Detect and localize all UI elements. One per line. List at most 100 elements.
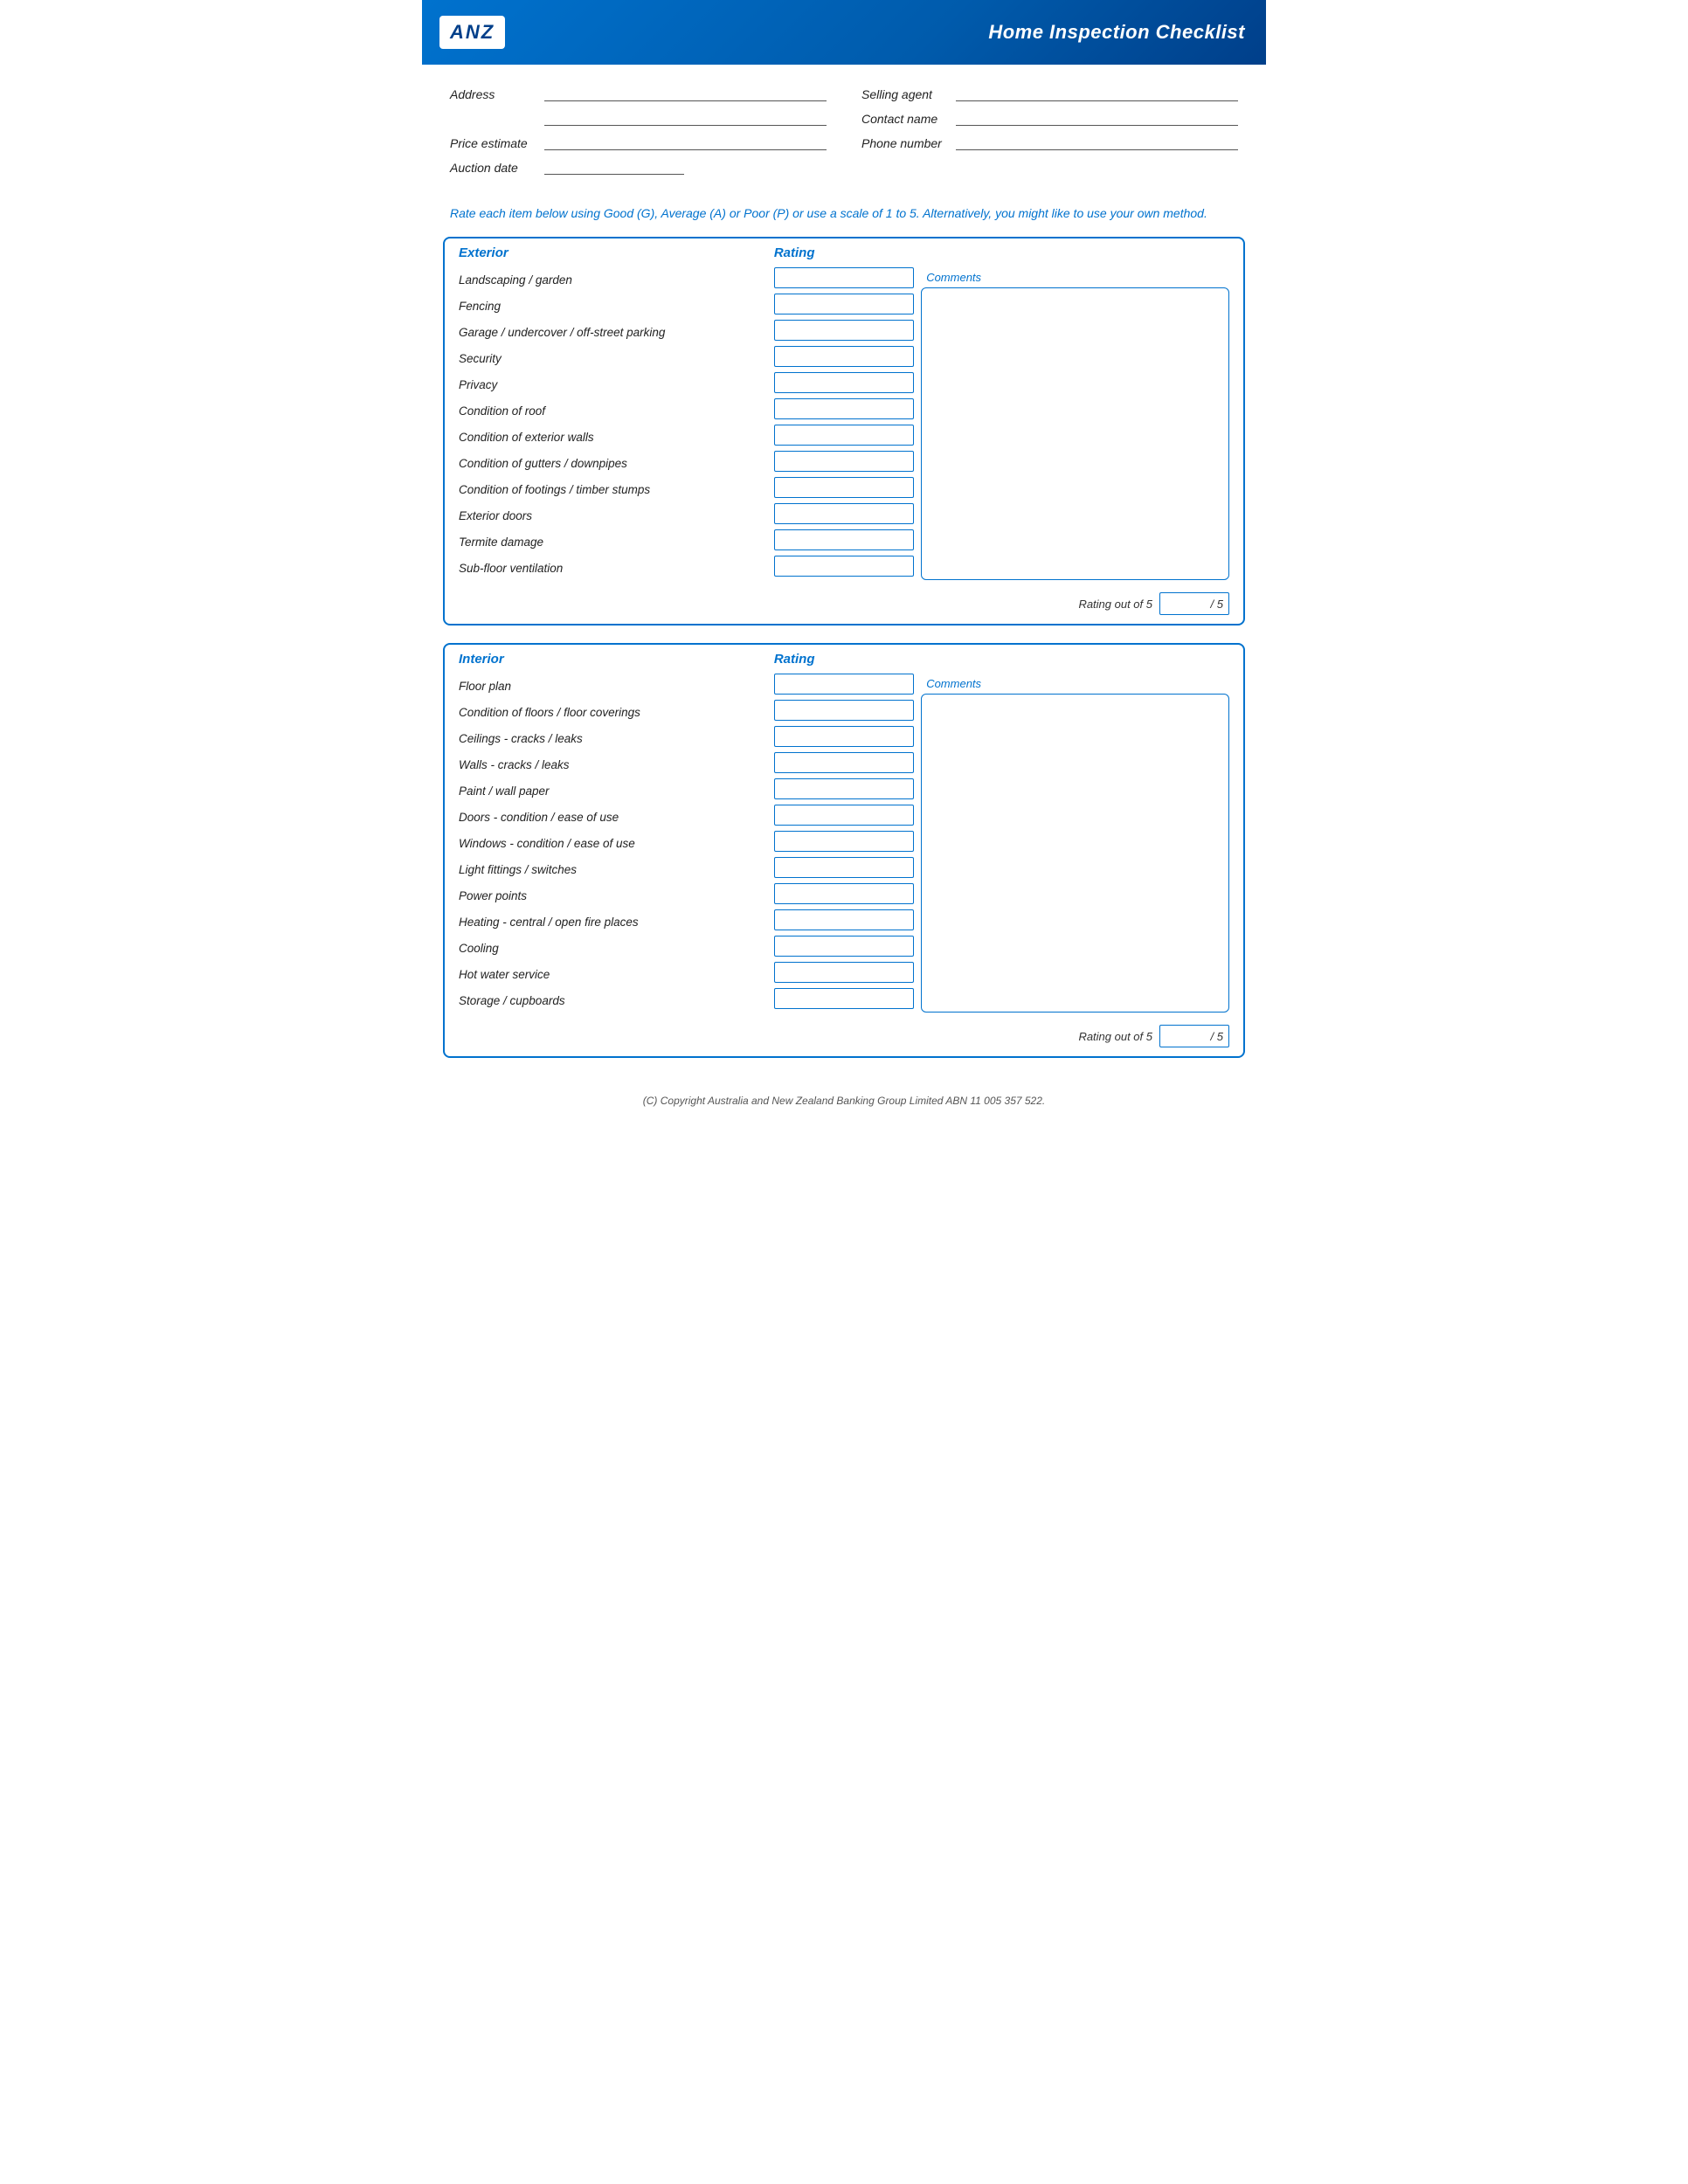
- interior-rating-box-10[interactable]: [774, 936, 914, 957]
- address-field-row: Address: [450, 86, 827, 101]
- interior-item-7: Light fittings / switches: [459, 857, 767, 881]
- contact-name-row: Contact name: [861, 110, 1238, 126]
- interior-rating-out-suffix: / 5: [1211, 1030, 1223, 1043]
- exterior-rating-col: [774, 267, 914, 580]
- right-fields: Selling agent Contact name Phone number: [861, 86, 1238, 175]
- exterior-rating-box-3[interactable]: [774, 346, 914, 367]
- exterior-rating-box-0[interactable]: [774, 267, 914, 288]
- exterior-rating-box-7[interactable]: [774, 451, 914, 472]
- exterior-item-11: Sub-floor ventilation: [459, 556, 767, 580]
- interior-item-0: Floor plan: [459, 674, 767, 698]
- page-title: Home Inspection Checklist: [988, 21, 1245, 44]
- instructions-text: Rate each item below using Good (G), Ave…: [422, 196, 1266, 237]
- interior-rating-box-2[interactable]: [774, 726, 914, 747]
- exterior-comments-col: Comments: [921, 267, 1229, 580]
- form-section: Address Price estimate Auction date Sell…: [422, 65, 1266, 196]
- interior-rating-box-3[interactable]: [774, 752, 914, 773]
- exterior-section: Exterior Rating Landscaping / gardenFenc…: [443, 237, 1245, 625]
- interior-rating-box-6[interactable]: [774, 831, 914, 852]
- checklist-container: Exterior Rating Landscaping / gardenFenc…: [422, 237, 1266, 1086]
- exterior-body: Landscaping / gardenFencingGarage / unde…: [445, 264, 1243, 587]
- exterior-rating-box-5[interactable]: [774, 398, 914, 419]
- exterior-rating-footer: Rating out of 5 / 5: [445, 587, 1243, 624]
- interior-comments-textarea[interactable]: [921, 694, 1229, 1013]
- footer-text: (C) Copyright Australia and New Zealand …: [643, 1095, 1045, 1107]
- interior-section-label: Interior: [459, 652, 767, 667]
- interior-item-6: Windows - condition / ease of use: [459, 831, 767, 855]
- exterior-rating-box-2[interactable]: [774, 320, 914, 341]
- address-input[interactable]: [544, 86, 827, 101]
- interior-body: Floor planCondition of floors / floor co…: [445, 670, 1243, 1019]
- exterior-item-1: Fencing: [459, 294, 767, 318]
- interior-rating-box-0[interactable]: [774, 674, 914, 695]
- price-estimate-row: Price estimate: [450, 135, 827, 150]
- exterior-rating-box-8[interactable]: [774, 477, 914, 498]
- exterior-item-0: Landscaping / garden: [459, 267, 767, 292]
- interior-item-12: Storage / cupboards: [459, 988, 767, 1013]
- interior-rating-out-box[interactable]: / 5: [1159, 1025, 1229, 1047]
- page-header: ANZ Home Inspection Checklist: [422, 0, 1266, 65]
- exterior-rating-box-9[interactable]: [774, 503, 914, 524]
- exterior-item-5: Condition of roof: [459, 398, 767, 423]
- interior-rating-box-8[interactable]: [774, 883, 914, 904]
- exterior-item-9: Exterior doors: [459, 503, 767, 528]
- interior-item-5: Doors - condition / ease of use: [459, 805, 767, 829]
- exterior-item-10: Termite damage: [459, 529, 767, 554]
- exterior-rating-out-box[interactable]: / 5: [1159, 592, 1229, 615]
- interior-item-2: Ceilings - cracks / leaks: [459, 726, 767, 750]
- address-label: Address: [450, 87, 537, 101]
- selling-agent-row: Selling agent: [861, 86, 1238, 101]
- auction-date-input[interactable]: [544, 159, 684, 175]
- exterior-rating-out-label: Rating out of 5: [1078, 598, 1152, 611]
- left-fields: Address Price estimate Auction date: [450, 86, 827, 175]
- interior-rating-footer: Rating out of 5 / 5: [445, 1019, 1243, 1056]
- exterior-items-col: Landscaping / gardenFencingGarage / unde…: [459, 267, 767, 580]
- price-estimate-input[interactable]: [544, 135, 827, 150]
- interior-section: Interior Rating Floor planCondition of f…: [443, 643, 1245, 1058]
- exterior-rating-box-6[interactable]: [774, 425, 914, 446]
- interior-item-11: Hot water service: [459, 962, 767, 986]
- interior-item-9: Heating - central / open fire places: [459, 909, 767, 934]
- interior-rating-out-label: Rating out of 5: [1078, 1030, 1152, 1043]
- interior-header-row: Interior Rating: [445, 645, 1243, 670]
- phone-number-row: Phone number: [861, 135, 1238, 150]
- selling-agent-input[interactable]: [956, 86, 1238, 101]
- exterior-rating-box-1[interactable]: [774, 294, 914, 314]
- exterior-rating-box-10[interactable]: [774, 529, 914, 550]
- exterior-item-6: Condition of exterior walls: [459, 425, 767, 449]
- exterior-rating-box-11[interactable]: [774, 556, 914, 577]
- exterior-item-7: Condition of gutters / downpipes: [459, 451, 767, 475]
- interior-item-10: Cooling: [459, 936, 767, 960]
- phone-number-input[interactable]: [956, 135, 1238, 150]
- exterior-header-row: Exterior Rating: [445, 238, 1243, 264]
- exterior-rating-col-label: Rating: [774, 245, 914, 260]
- auction-date-label: Auction date: [450, 161, 537, 175]
- exterior-comments-textarea[interactable]: [921, 287, 1229, 580]
- exterior-comments-label: Comments: [921, 267, 1229, 287]
- exterior-section-label: Exterior: [459, 245, 767, 260]
- contact-name-input[interactable]: [956, 110, 1238, 126]
- interior-item-4: Paint / wall paper: [459, 778, 767, 803]
- exterior-item-3: Security: [459, 346, 767, 370]
- exterior-item-8: Condition of footings / timber stumps: [459, 477, 767, 501]
- logo-box: ANZ: [439, 16, 505, 49]
- interior-rating-box-4[interactable]: [774, 778, 914, 799]
- interior-rating-box-11[interactable]: [774, 962, 914, 983]
- auction-date-row: Auction date: [450, 159, 827, 175]
- interior-rating-col-label: Rating: [774, 652, 914, 667]
- exterior-comments-col-label: [921, 245, 1229, 260]
- interior-rating-box-5[interactable]: [774, 805, 914, 826]
- interior-rating-box-12[interactable]: [774, 988, 914, 1009]
- exterior-item-4: Privacy: [459, 372, 767, 397]
- page-footer: (C) Copyright Australia and New Zealand …: [422, 1086, 1266, 1119]
- interior-item-8: Power points: [459, 883, 767, 908]
- address-input-2[interactable]: [544, 110, 827, 126]
- interior-rating-box-7[interactable]: [774, 857, 914, 878]
- address-field-row-2: [450, 110, 827, 126]
- anz-logo: ANZ: [450, 21, 495, 43]
- interior-rating-box-1[interactable]: [774, 700, 914, 721]
- interior-comments-col: Comments: [921, 674, 1229, 1013]
- interior-rating-box-9[interactable]: [774, 909, 914, 930]
- exterior-rating-box-4[interactable]: [774, 372, 914, 393]
- interior-comments-label: Comments: [921, 674, 1229, 694]
